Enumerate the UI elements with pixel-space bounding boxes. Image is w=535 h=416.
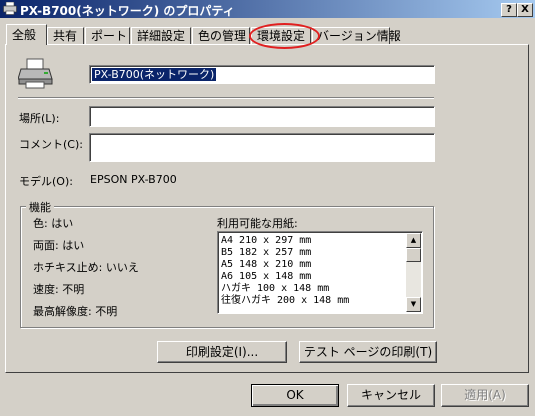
tab-environment-settings[interactable]: 環境設定	[251, 27, 311, 44]
max-resolution-feature: 最高解像度: 不明	[33, 305, 118, 318]
tab-color-management[interactable]: 色の管理	[192, 27, 250, 44]
color-feature: 色: はい	[33, 217, 74, 230]
list-item[interactable]: A5 148 x 210 mm	[221, 259, 311, 271]
paper-sizes-label: 利用可能な用紙:	[217, 217, 298, 230]
close-button[interactable]: X	[517, 3, 533, 17]
print-settings-button[interactable]: 印刷設定(I)...	[157, 341, 287, 363]
printer-name-field[interactable]: PX-B700(ネットワーク)	[89, 65, 435, 84]
tab-ports-label: ポート	[91, 29, 128, 43]
tab-general[interactable]: 全般	[6, 24, 47, 45]
tab-advanced[interactable]: 詳細設定	[131, 27, 191, 44]
window-title: PX-B700(ネットワーク) のプロパティ	[20, 4, 235, 18]
duplex-feature: 両面: はい	[33, 239, 85, 252]
tab-sharing[interactable]: 共有	[47, 27, 84, 44]
printer-icon	[3, 1, 17, 15]
scrollbar[interactable]: ▲ ▼	[406, 233, 421, 312]
location-field[interactable]	[89, 106, 435, 127]
comment-label: コメント(C):	[19, 138, 83, 151]
staple-feature: ホチキス止め: いいえ	[33, 261, 139, 274]
scroll-down-icon[interactable]: ▼	[406, 297, 421, 312]
help-button[interactable]: ?	[501, 3, 517, 17]
paper-sizes-list[interactable]: A4 210 x 297 mm B5 182 x 257 mm A5 148 x…	[217, 231, 423, 314]
features-title: 機能	[26, 199, 54, 215]
apply-button[interactable]: 適用(A)	[441, 384, 529, 407]
list-item[interactable]: A6 105 x 148 mm	[221, 271, 311, 283]
model-value: EPSON PX-B700	[90, 173, 177, 186]
tab-environment-settings-label: 環境設定	[257, 29, 306, 43]
printer-large-icon	[17, 57, 54, 89]
test-page-button[interactable]: テスト ページの印刷(T)	[299, 341, 437, 363]
model-label: モデル(O):	[19, 175, 73, 188]
title-bar[interactable]: PX-B700(ネットワーク) のプロパティ ? X	[0, 0, 535, 18]
list-item[interactable]: B5 182 x 257 mm	[221, 247, 311, 259]
printer-name-value: PX-B700(ネットワーク)	[92, 68, 217, 81]
comment-field[interactable]	[89, 133, 435, 162]
speed-feature: 速度: 不明	[33, 283, 85, 296]
ok-button[interactable]: OK	[251, 384, 339, 407]
tab-general-label: 全般	[12, 28, 37, 42]
tab-sharing-label: 共有	[53, 29, 78, 43]
scroll-up-icon[interactable]: ▲	[406, 233, 421, 248]
tab-advanced-label: 詳細設定	[137, 29, 186, 43]
tab-version-info-label: バージョン情報	[317, 29, 401, 43]
tab-color-management-label: 色の管理	[198, 29, 247, 43]
list-item[interactable]: ハガキ 100 x 148 mm	[221, 283, 329, 295]
scroll-thumb[interactable]	[406, 248, 421, 262]
cancel-button[interactable]: キャンセル	[347, 384, 435, 407]
tab-ports[interactable]: ポート	[85, 27, 130, 44]
list-item[interactable]: A4 210 x 297 mm	[221, 235, 311, 247]
divider	[18, 97, 434, 98]
list-item[interactable]: 往復ハガキ 200 x 148 mm	[221, 295, 349, 307]
tab-version-info[interactable]: バージョン情報	[312, 27, 401, 44]
location-label: 場所(L):	[19, 112, 60, 125]
